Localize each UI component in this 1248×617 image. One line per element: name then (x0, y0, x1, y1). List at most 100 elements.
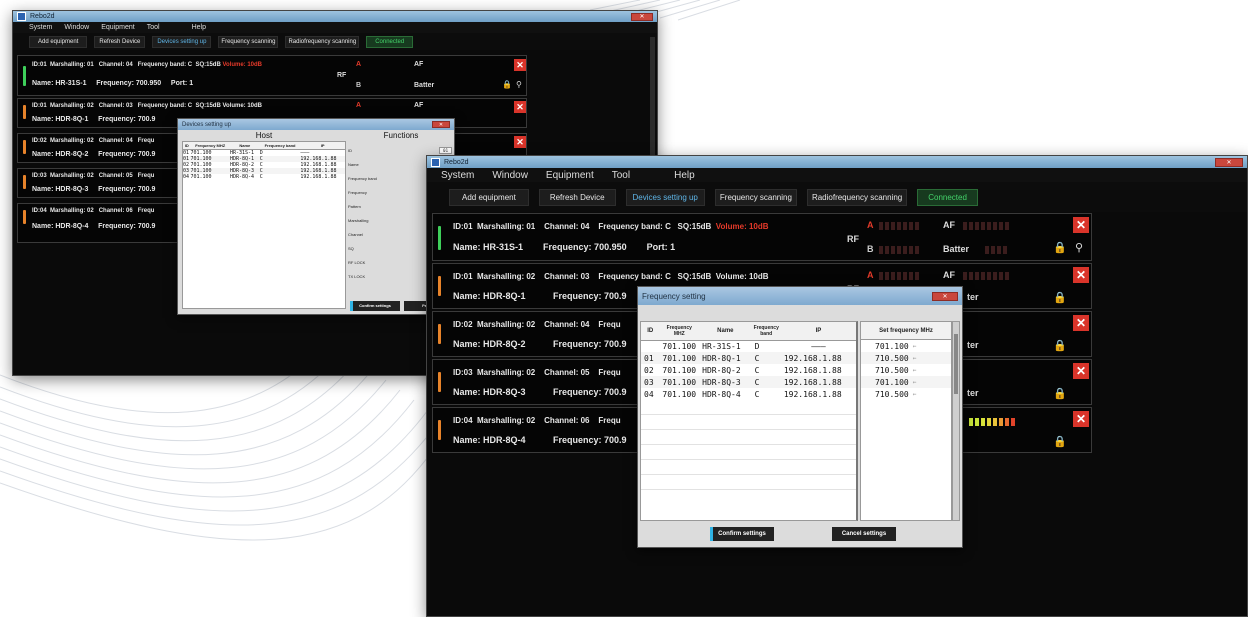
batter-label: ter (967, 340, 979, 350)
menu-equipment[interactable]: Equipment (101, 24, 134, 31)
col-set-frequency: Set frequency MHz (861, 322, 951, 340)
table-row[interactable]: 01 701.100 HDR-8Q-1 C 192.168.1.88 (641, 352, 856, 364)
radiofrequency-scanning-button[interactable]: Radiofrequency scanning (285, 35, 360, 48)
device-name-line: Name: HDR-8Q-3 Frequency: 700.9 (32, 186, 156, 193)
link-icon[interactable]: ⚲ (1075, 241, 1083, 254)
col-id: ID (183, 142, 191, 150)
add-equipment-button[interactable]: Add equipment (449, 188, 529, 206)
device-info-line: ID:03 Marshalling: 02 Channel: 05 Frequ (32, 173, 155, 179)
refresh-device-button[interactable]: Refresh Device (538, 188, 616, 206)
host-table: ID Frequency MHZ Name Frequency band IP … (182, 141, 346, 309)
dialog-title: Devices setting up (182, 121, 232, 128)
dialog-title: Frequency setting (642, 291, 706, 301)
add-equipment-button[interactable]: Add equipment (29, 35, 88, 48)
device-name-line: Name: HDR-8Q-4 Frequency: 700.9 (32, 223, 156, 230)
table-row[interactable]: 04 701.100 HDR-8Q-4 C 192.168.1.88 (641, 388, 856, 400)
device-info-line: ID:02 Marshalling: 02 Channel: 04 Frequ (32, 138, 155, 144)
af-label: AF (943, 270, 955, 280)
remove-device-icon[interactable]: ✕ (1073, 363, 1089, 379)
remove-device-icon[interactable]: ✕ (514, 101, 526, 113)
menu-window[interactable]: Window (492, 170, 528, 181)
device-name-line: Name: HDR-8Q-1 Frequency: 700.9 (32, 116, 156, 123)
battery-meter-bar (985, 246, 1007, 254)
radiofrequency-scanning-button[interactable]: Radiofrequency scanning (806, 188, 908, 206)
frequency-scanning-button[interactable]: Frequency scanning (714, 188, 797, 206)
stepper-arrow-icon: ⇐ (912, 366, 917, 374)
close-icon[interactable]: ✕ (631, 12, 653, 21)
menu-help[interactable]: Help (192, 24, 206, 31)
device-name-line: Name: HDR-8Q-2 Frequency: 700.9 (32, 151, 156, 158)
device-info-line: ID:04 Marshalling: 02 Channel: 06 Frequ (453, 416, 621, 425)
table-row[interactable]: 02 701.100 HDR-8Q-2 C 192.168.1.88 (641, 364, 856, 376)
host-header: Host (255, 131, 273, 140)
device-panel[interactable]: ID:01 Marshalling: 01 Channel: 04 Freque… (432, 213, 1092, 261)
status-stripe (438, 372, 441, 392)
menu-tool[interactable]: Tool (147, 24, 160, 31)
lock-icon[interactable]: 🔒 (1053, 339, 1067, 352)
set-frequency-row[interactable]: 701.100 ⇐ (861, 376, 951, 388)
col-id: ID (641, 322, 660, 341)
confirm-settings-button[interactable]: Confirm settings (350, 301, 400, 311)
main-toolbar: Add equipment Refresh Device Devices set… (427, 182, 1247, 212)
device-name-line: Name: HDR-8Q-3 Frequency: 700.9 (453, 387, 627, 397)
main-app-window: Rebo2d ✕ System Window Equipment Tool He… (426, 155, 1248, 617)
remove-device-icon[interactable]: ✕ (1073, 315, 1089, 331)
lock-icon[interactable]: 🔒 (1053, 241, 1067, 254)
table-row[interactable]: 701.100 HR-31S-1 D ——— (641, 340, 856, 352)
close-icon[interactable]: ✕ (932, 291, 958, 301)
af-level-meter (969, 418, 1015, 426)
table-row[interactable]: 04 701.100 HDR-8Q-4 C 192.168.1.88 (183, 174, 345, 180)
dialog-titlebar: Devices setting up ✕ (178, 119, 454, 130)
device-info-line: ID:01 Marshalling: 01 Channel: 04 Freque… (32, 62, 263, 68)
status-stripe (438, 324, 441, 344)
batter-label: ter (967, 292, 979, 302)
frequency-scanning-button[interactable]: Frequency scanning (218, 35, 279, 48)
meter-a-label: A (356, 61, 362, 68)
set-frequency-column: Set frequency MHz 701.100 ⇐ 710.500 ⇐ 710.… (860, 321, 952, 521)
devices-setting-up-button[interactable]: Devices setting up (152, 35, 212, 48)
set-frequency-row[interactable]: 710.500 ⇐ (861, 388, 951, 400)
device-info-line: ID:01 Marshalling: 02 Channel: 03 Freque… (32, 103, 263, 109)
dialog-titlebar: Frequency setting ✕ (638, 287, 962, 305)
remove-device-icon[interactable]: ✕ (1073, 411, 1089, 427)
device-name-line: Name: HR-31S-1 Frequency: 700.950 Port: … (453, 242, 676, 252)
cancel-settings-button[interactable]: Cancel settings (832, 527, 896, 541)
connected-status: Connected (366, 35, 414, 48)
close-icon[interactable]: ✕ (1215, 157, 1243, 167)
remove-device-icon[interactable]: ✕ (1073, 217, 1089, 233)
devices-setting-up-button[interactable]: Devices setting up (625, 188, 705, 206)
close-icon[interactable]: ✕ (432, 121, 450, 128)
menu-system[interactable]: System (29, 24, 52, 31)
menu-equipment[interactable]: Equipment (546, 170, 594, 181)
device-name-line: Name: HDR-8Q-2 Frequency: 700.9 (453, 339, 627, 349)
scrollbar-thumb[interactable] (954, 334, 958, 394)
meter-b-label: B (356, 82, 362, 89)
af-label: AF (414, 61, 424, 68)
menu-tool[interactable]: Tool (612, 170, 630, 181)
confirm-settings-button[interactable]: Confirm settings (710, 527, 774, 541)
link-icon[interactable]: ⚲ (516, 80, 522, 89)
menu-help[interactable]: Help (674, 170, 695, 181)
lock-icon[interactable]: 🔒 (1053, 387, 1067, 400)
device-panel[interactable]: ID:01 Marshalling: 01 Channel: 04 Freque… (17, 55, 527, 96)
af-meter-bar (963, 222, 1009, 230)
function-value[interactable]: 01 (439, 146, 452, 154)
remove-device-icon[interactable]: ✕ (514, 59, 526, 71)
background-titlebar: Rebo2d ✕ (13, 11, 657, 22)
status-stripe (23, 66, 26, 86)
menu-system[interactable]: System (441, 170, 474, 181)
lock-icon[interactable]: 🔒 (1053, 291, 1067, 304)
dialog-scrollbar[interactable] (952, 321, 960, 521)
set-frequency-row[interactable]: 710.500 ⇐ (861, 364, 951, 376)
table-row[interactable]: 03 701.100 HDR-8Q-3 C 192.168.1.88 (641, 376, 856, 388)
lock-icon[interactable]: 🔒 (502, 80, 512, 89)
remove-device-icon[interactable]: ✕ (1073, 267, 1089, 283)
set-frequency-row[interactable]: 701.100 ⇐ (861, 340, 951, 352)
refresh-device-button[interactable]: Refresh Device (94, 35, 146, 48)
status-stripe (23, 210, 26, 224)
lock-icon[interactable]: 🔒 (1053, 435, 1067, 448)
remove-device-icon[interactable]: ✕ (514, 136, 526, 148)
af-label: AF (943, 220, 955, 230)
menu-window[interactable]: Window (64, 24, 89, 31)
set-frequency-row[interactable]: 710.500 ⇐ (861, 352, 951, 364)
